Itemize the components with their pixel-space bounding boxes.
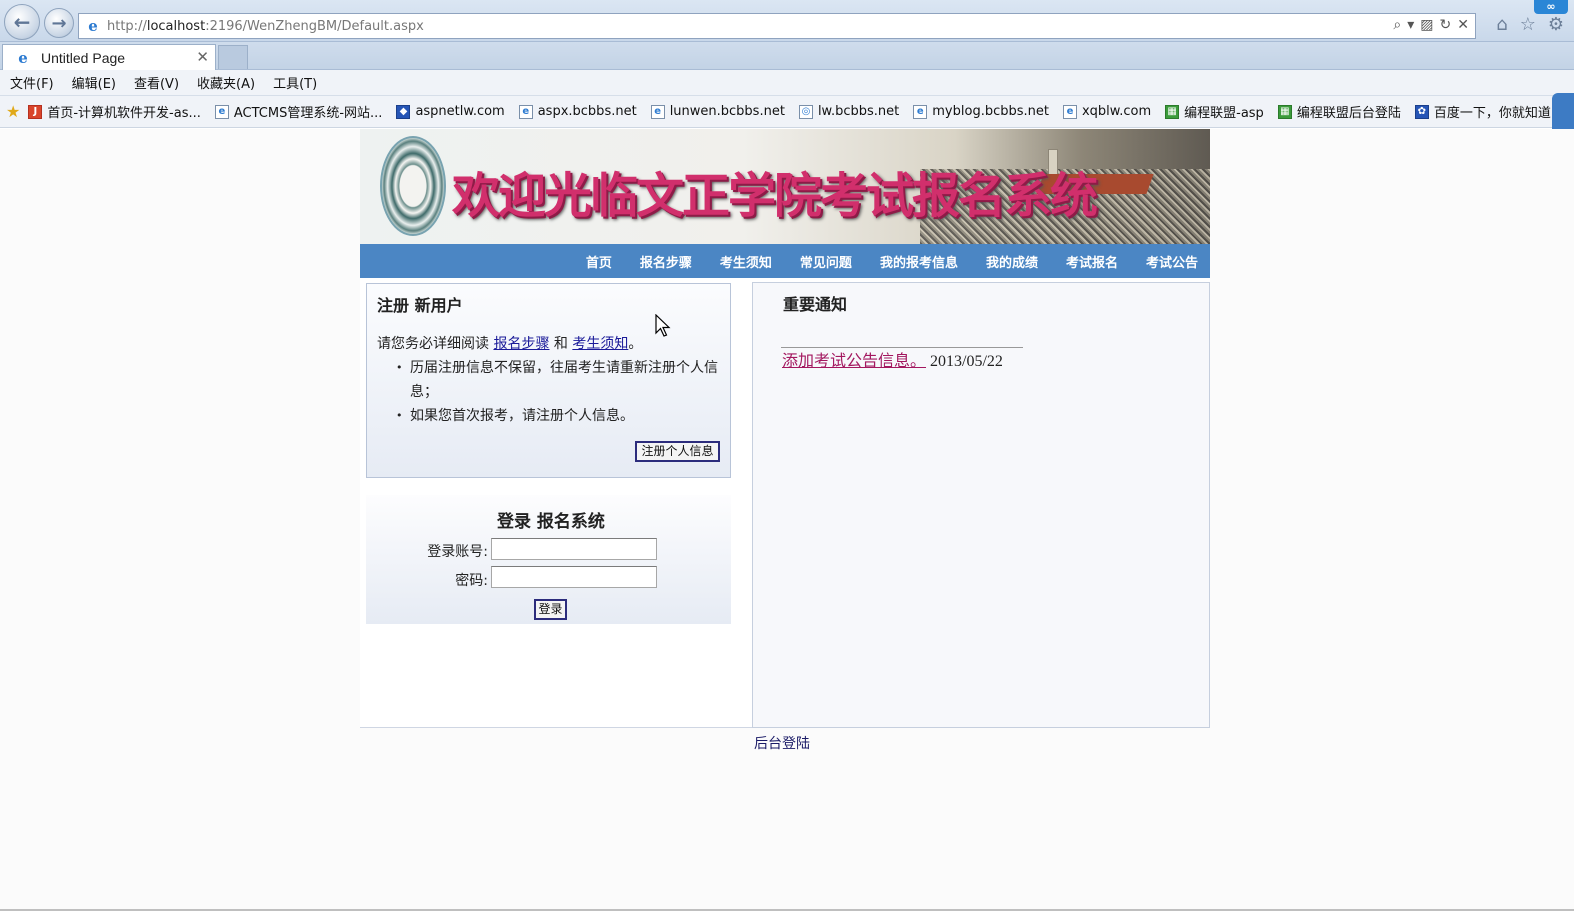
- steps-link[interactable]: 报名步骤: [493, 336, 549, 352]
- register-notes: 历届注册信息不保留，往届考生请重新注册个人信息； 如果您首次报考，请注册个人信息…: [393, 356, 723, 428]
- register-button[interactable]: 注册个人信息: [635, 441, 720, 462]
- compat-view-icon[interactable]: ▨: [1420, 17, 1433, 33]
- url-text[interactable]: http://localhost:2196/WenZhengBM/Default…: [107, 19, 424, 34]
- account-label: 登录账号:: [427, 544, 488, 560]
- menu-favorites[interactable]: 收藏夹(A): [197, 73, 255, 92]
- nav-steps[interactable]: 报名步骤: [640, 252, 692, 271]
- favorites-star-icon[interactable]: ★: [6, 102, 20, 121]
- tab-close-icon[interactable]: ✕: [196, 48, 209, 66]
- register-heading: 注册 新用户: [377, 296, 463, 315]
- site-icon: J: [28, 104, 43, 119]
- login-panel: 登录 报名系统 登录账号: 密码: 登录: [366, 495, 731, 624]
- school-seal-logo: [380, 136, 446, 236]
- rss-icon: ◎: [798, 104, 813, 119]
- page-icon: e: [214, 104, 229, 119]
- register-panel: 注册 新用户 请您务必详细阅读 报名步骤 和 考生须知。 历届注册信息不保留，往…: [366, 283, 731, 478]
- nav-exam-announcements[interactable]: 考试公告: [1146, 252, 1198, 271]
- menu-file[interactable]: 文件(F): [10, 73, 54, 92]
- site-icon: ▦: [1165, 104, 1180, 119]
- page-icon: e: [913, 104, 928, 119]
- browser-toolbar: ← → e http://localhost:2196/WenZhengBM/D…: [0, 0, 1574, 42]
- notice-link[interactable]: 添加考试公告信息。: [782, 351, 926, 370]
- window-bottom-border: [0, 909, 1574, 911]
- login-heading: 登录 报名系统: [497, 512, 605, 532]
- notice-item: 添加考试公告信息。 2013/05/22: [782, 347, 1003, 371]
- favorites-star-icon[interactable]: ☆: [1520, 14, 1536, 35]
- register-note: 历届注册信息不保留，往届考生请重新注册个人信息；: [393, 356, 723, 404]
- favorite-link[interactable]: ✿ 百度一下，你就知道: [1414, 102, 1551, 121]
- favorite-link[interactable]: e ACTCMS管理系统-网站...: [214, 102, 382, 121]
- favorite-link[interactable]: ▦ 编程联盟-asp: [1165, 102, 1264, 121]
- extension-badge[interactable]: ∞: [1534, 0, 1568, 14]
- favorite-link[interactable]: ▦ 编程联盟后台登陆: [1277, 102, 1401, 121]
- nav-home[interactable]: 首页: [586, 252, 612, 271]
- paw-icon: ✿: [1414, 104, 1429, 119]
- favorite-link[interactable]: e lunwen.bcbbs.net: [650, 104, 785, 119]
- favorite-link[interactable]: e xqblw.com: [1062, 104, 1151, 119]
- nav-my-registration[interactable]: 我的报考信息: [880, 252, 958, 271]
- favorite-link[interactable]: J 首页-计算机软件开发-as...: [28, 102, 201, 121]
- menu-bar: 文件(F) 编辑(E) 查看(V) 收藏夹(A) 工具(T): [0, 70, 1574, 96]
- back-arrow-icon: ←: [13, 10, 31, 34]
- tab-strip: e Untitled Page ✕: [0, 42, 1574, 70]
- address-bar[interactable]: e http://localhost:2196/WenZhengBM/Defau…: [78, 13, 1476, 39]
- menu-tools[interactable]: 工具(T): [273, 73, 317, 92]
- account-input[interactable]: [491, 538, 657, 560]
- tab-title: Untitled Page: [41, 49, 126, 66]
- password-input[interactable]: [491, 566, 657, 588]
- page-icon: e: [1062, 104, 1077, 119]
- login-button[interactable]: 登录: [534, 599, 567, 620]
- page-icon: e: [650, 104, 665, 119]
- new-tab-button[interactable]: [218, 45, 248, 69]
- home-icon[interactable]: ⌂: [1496, 14, 1507, 35]
- page-icon: e: [518, 104, 533, 119]
- nav-my-scores[interactable]: 我的成绩: [986, 252, 1038, 271]
- forward-button[interactable]: →: [44, 8, 74, 38]
- browser-tab[interactable]: e Untitled Page ✕: [2, 44, 216, 70]
- favorite-link[interactable]: ◆ aspnetlw.com: [396, 104, 505, 119]
- main-nav: 首页 报名步骤 考生须知 常见问题 我的报考信息 我的成绩 考试报名 考试公告: [360, 244, 1210, 278]
- stop-icon[interactable]: ✕: [1457, 17, 1469, 33]
- tab-ie-icon: e: [18, 48, 28, 67]
- dropdown-icon[interactable]: ▾: [1407, 17, 1414, 33]
- menu-edit[interactable]: 编辑(E): [72, 73, 116, 92]
- favorite-link[interactable]: e aspx.bcbbs.net: [518, 104, 637, 119]
- menu-view[interactable]: 查看(V): [134, 73, 179, 92]
- guidelines-link[interactable]: 考生须知: [572, 336, 628, 352]
- password-label: 密码:: [455, 573, 488, 589]
- register-intro: 请您务必详细阅读 报名步骤 和 考生须知。: [377, 336, 643, 352]
- nav-faq[interactable]: 常见问题: [800, 252, 852, 271]
- nav-guidelines[interactable]: 考生须知: [720, 252, 772, 271]
- nav-exam-signup[interactable]: 考试报名: [1066, 252, 1118, 271]
- banner-title: 欢迎光临文正学院考试报名系统: [452, 168, 1098, 224]
- notice-date: 2013/05/22: [930, 353, 1003, 370]
- favorites-bar: ★ J 首页-计算机软件开发-as... e ACTCMS管理系统-网站... ◆ a…: [0, 96, 1574, 128]
- ie-page-icon: e: [88, 17, 98, 35]
- back-button[interactable]: ←: [4, 4, 40, 40]
- search-icon[interactable]: ⌕: [1393, 17, 1401, 33]
- register-note: 如果您首次报考，请注册个人信息。: [393, 404, 723, 428]
- site-icon: ◆: [396, 104, 411, 119]
- forward-arrow-icon: →: [51, 12, 67, 34]
- refresh-icon[interactable]: ↻: [1440, 17, 1452, 33]
- admin-login-link[interactable]: 后台登陆: [754, 733, 810, 753]
- favorite-link[interactable]: e myblog.bcbbs.net: [913, 104, 1049, 119]
- notice-panel: 重要通知 添加考试公告信息。 2013/05/22: [752, 282, 1210, 728]
- site-icon: ▦: [1277, 104, 1292, 119]
- favorite-link[interactable]: ◎ lw.bcbbs.net: [798, 104, 899, 119]
- gear-icon[interactable]: ⚙: [1548, 14, 1564, 35]
- notice-heading: 重要通知: [783, 295, 848, 314]
